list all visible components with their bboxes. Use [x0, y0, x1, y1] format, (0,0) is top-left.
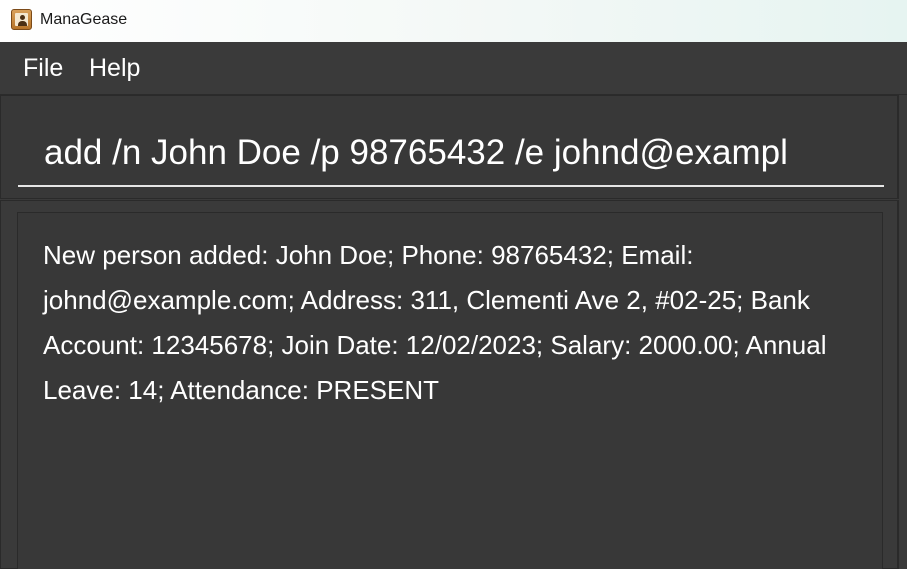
result-line: New person added: John Doe; Phone: 98765… [43, 240, 694, 270]
result-line: Account: 12345678; Join Date: 12/02/2023… [43, 330, 740, 360]
result-display: New person added: John Doe; Phone: 98765… [17, 212, 883, 569]
window-title: ManaGease [40, 11, 128, 28]
command-input[interactable] [18, 121, 884, 187]
menu-bar: File Help [0, 42, 907, 95]
command-box-panel [0, 95, 898, 199]
result-message: New person added: John Doe; Phone: 98765… [43, 233, 878, 413]
result-line: johnd@example.com; Address: 311, Clement… [43, 285, 810, 315]
result-display-panel: New person added: John Doe; Phone: 98765… [0, 200, 898, 569]
address-book-icon [11, 9, 32, 30]
side-divider-bottom [898, 200, 907, 569]
side-divider-top [898, 95, 907, 199]
title-bar: ManaGease [0, 0, 907, 42]
menu-help[interactable]: Help [89, 54, 140, 82]
app-window: ManaGease File Help New person added: Jo… [0, 0, 907, 569]
menu-file[interactable]: File [23, 54, 63, 82]
